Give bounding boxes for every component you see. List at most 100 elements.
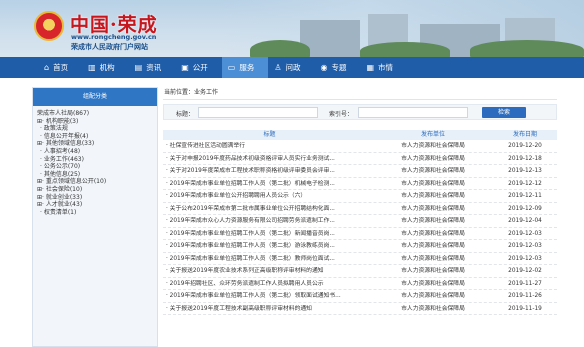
row-date: 2019-11-26 [508,293,542,299]
breadcrumb: 当前位置：业务工作 [163,87,557,100]
banner-trees [470,40,584,57]
nav-label: 机构 [99,63,115,72]
tree-item[interactable]: · 人事招考(48) [36,148,154,156]
nav-institution[interactable]: ▥ 机构 [82,57,129,78]
row-unit: 市人力资源和社会保障局 [401,230,465,237]
row-title-link[interactable]: · 2019年荣成市事业单位招聘工作人员（第二批）领取面试通知书... [163,290,373,302]
row-unit: 市人力资源和社会保障局 [401,218,465,224]
table-row: · 关于报送2019年度农业技术系列正高级职称评审材料的通知 市人力资源和社会保障… [163,265,557,278]
tree-item[interactable]: ⊞· 人才就业(43) [36,201,154,209]
row-date: 2019-12-03 [508,230,542,237]
nav-label: 首页 [53,63,69,72]
row-title-link[interactable]: · 2019年荣成市事业单位招聘工作人员（第二批）游泳教练员岗... [163,240,373,252]
topic-icon: ◉ [320,63,328,72]
banner-trees [360,42,450,57]
nav-label: 市情 [378,63,394,72]
index-search-input[interactable] [358,107,468,118]
row-date: 2019-12-18 [508,155,542,162]
tree-item[interactable]: ⊞· 重点领域信息公开(10) [36,178,154,186]
tree-item[interactable]: ⊞· 社会保险(10) [36,186,154,194]
title-search-input[interactable] [198,107,318,118]
tree-item[interactable]: · 权责清单(1) [36,209,154,217]
row-title-link[interactable]: · 2019年荣成市众心人力资源服务有限公司招聘劳务派遣制工作... [163,215,373,227]
table-row: · 2019年招聘社区、众环劳务派遣制工作人员拟聘用人员公示 市人力资源和社会保障… [163,278,557,290]
tree-item[interactable]: 荣成市人社局(867) [36,110,154,118]
row-unit: 市人力资源和社会保障局 [401,143,465,149]
row-unit: 市人力资源和社会保障局 [401,168,465,174]
row-title-link[interactable]: · 关于报送2019年度工程技术副高级职称评审材料的通知 [163,303,373,315]
nav-label: 问政 [285,63,301,72]
row-title-link[interactable]: · 2019年荣成市事业单位招聘工作人员（第二批）新闻播音员岗... [163,228,373,240]
row-date: 2019-12-03 [508,255,542,262]
table-row: · 社保宣传进社区活动圆满举行 市人力资源和社会保障局 2019-12-20 [163,140,557,153]
nav-label: 公开 [192,63,208,72]
nav-topic[interactable]: ◉ 专题 [315,57,361,78]
table-row: · 关于对申报2019年度药品技术初级资格评审人员实行业务测试... 市人力资源和… [163,153,557,165]
nav-home[interactable]: ⌂ 首页 [38,57,82,78]
row-date: 2019-12-20 [508,143,542,149]
row-unit: 市人力资源和社会保障局 [401,205,465,212]
row-title-link[interactable]: · 关于公布2019年荣成市第二批市属事业单位公开招聘结构化面... [163,203,373,215]
row-unit: 市人力资源和社会保障局 [401,255,465,262]
home-icon: ⌂ [44,63,50,72]
row-title-link[interactable]: · 关于对申报2019年度药品技术初级资格评审人员实行业务测试... [163,153,373,165]
row-date: 2019-12-11 [508,193,542,199]
row-unit: 市人力资源和社会保障局 [401,305,465,312]
row-date: 2019-12-09 [508,205,542,212]
table-row: · 2019年荣成市事业单位公开招聘聘用人员公示（六） 市人力资源和社会保障局 20… [163,190,557,203]
tree-item[interactable]: · 公务公示(70) [36,163,154,171]
row-date: 2019-12-12 [508,180,542,187]
row-title-link[interactable]: · 社保宣传进社区活动圆满举行 [163,140,373,152]
city-info-icon: ▦ [366,63,375,72]
column-date: 发布日期 [512,131,537,138]
row-title-link[interactable]: · 2019年荣成市事业单位招聘工作人员（第二批）机械电子检测... [163,178,373,190]
nav-label: 资讯 [146,63,162,72]
row-unit: 市人力资源和社会保障局 [401,180,465,187]
table-row: · 2019年荣成市众心人力资源服务有限公司招聘劳务派遣制工作... 市人力资源和… [163,215,557,228]
row-unit: 市人力资源和社会保障局 [401,243,465,249]
sidebar-title: 组配分类 [33,88,157,106]
tree-item[interactable]: ⊞· 其他领域信息(33) [36,140,154,148]
row-title-link[interactable]: · 2019年荣成市事业单位公开招聘聘用人员公示（六） [163,190,373,202]
nav-service[interactable]: ▭ 服务 [221,57,269,78]
table-row: · 2019年荣成市事业单位招聘工作人员（第二批）新闻播音员岗... 市人力资源和… [163,228,557,240]
document-table: 标题 发布单位 发布日期 · 社保宣传进社区活动圆满举行 市人力资源和社会保障局 2… [163,130,557,315]
row-title-link[interactable]: · 关于报送2019年度农业技术系列正高级职称评审材料的通知 [163,265,373,277]
row-title-link[interactable]: · 关于对2019年度荣成市工程技术职称资格初级评审委员会评审... [163,165,373,177]
table-header: 标题 发布单位 发布日期 [163,130,557,140]
table-row: · 2019年荣成市事业单位招聘工作人员（第二批）游泳教练员岗... 市人力资源和… [163,240,557,253]
title-search-label: 标题： [176,111,195,118]
main-nav: ⌂ 首页 ▥ 机构 ▤ 资讯 ▣ 公开 ▭ 服务 ♙ 问政 ◉ 专题 ▦ 市情 [0,57,584,78]
column-title: 标题 [263,131,276,138]
national-emblem-icon: ★ [34,11,64,41]
row-unit: 市人力资源和社会保障局 [401,280,465,287]
institution-icon: ▥ [88,63,96,72]
row-date: 2019-12-02 [508,268,542,274]
row-unit: 市人力资源和社会保障局 [401,268,465,274]
tree-item[interactable]: ⊞· 就业创业(33) [36,194,154,202]
row-date: 2019-11-19 [508,305,542,312]
site-header: ★ 中国·荣成 www.rongcheng.gov.cn 荣成市人民政府门户网站 [0,0,584,57]
row-date: 2019-12-04 [508,218,542,224]
nav-label: 服务 [239,63,255,72]
row-date: 2019-12-13 [508,168,542,174]
nav-city-info[interactable]: ▦ 市情 [360,57,407,78]
category-sidebar: 组配分类 荣成市人社局(867) ⊞· 机构职能(3) · 政策法规 · 信息公… [32,87,158,347]
table-row: · 关于对2019年度荣成市工程技术职称资格初级评审委员会评审... 市人力资源和… [163,165,557,178]
row-unit: 市人力资源和社会保障局 [401,155,465,162]
tree-item[interactable]: · 政策法规 [36,125,154,133]
row-date: 2019-12-03 [508,243,542,249]
row-unit: 市人力资源和社会保障局 [401,193,465,199]
nav-disclosure[interactable]: ▣ 公开 [175,57,222,78]
row-title-link[interactable]: · 2019年招聘社区、众环劳务派遣制工作人员拟聘用人员公示 [163,278,373,290]
nav-news[interactable]: ▤ 资讯 [129,57,176,78]
news-icon: ▤ [134,63,143,72]
nav-consult[interactable]: ♙ 问政 [268,57,314,78]
table-row: · 关于报送2019年度工程技术副高级职称评审材料的通知 市人力资源和社会保障局 2… [163,303,557,315]
search-button[interactable]: 检索 [482,107,526,118]
site-subtitle: 荣成市人民政府门户网站 [71,43,148,51]
row-title-link[interactable]: · 2019年荣成市事业单位招聘工作人员（第二批）教师岗位面试... [163,253,373,265]
main-content: 当前位置：业务工作 标题： 索引号： 检索 标题 发布单位 发布日期 · 社保宣… [163,87,557,347]
site-url: www.rongcheng.gov.cn [71,33,157,41]
disclosure-icon: ▣ [181,63,189,72]
